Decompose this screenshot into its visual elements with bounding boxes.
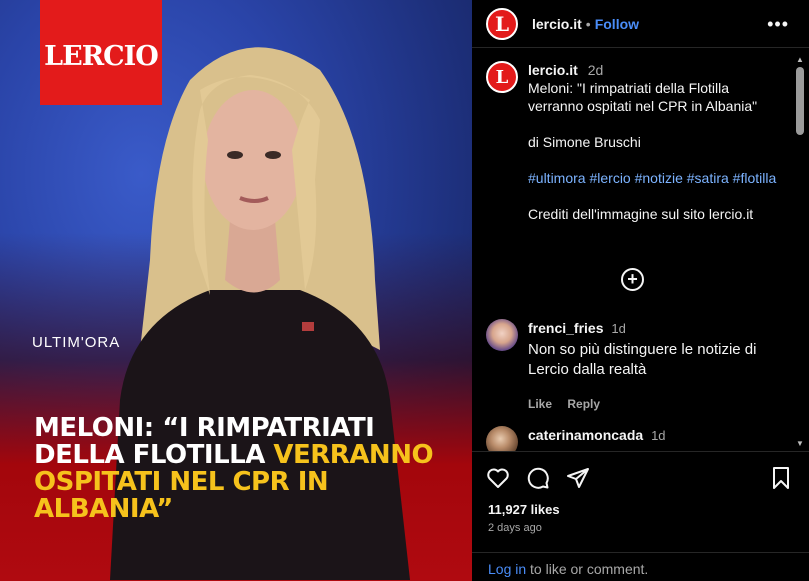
follow-button[interactable]: Follow [595,16,639,32]
caption-avatar[interactable]: L [486,61,518,93]
post-actions [486,466,606,490]
login-prompt: Log in to like or comment. [472,552,809,581]
comment-reply-button[interactable]: Reply [567,397,600,411]
caption-hashtags[interactable]: #ultimora #lercio #notizie #satira #flot… [528,169,786,187]
share-icon[interactable] [566,466,590,490]
comment-time: 1d [611,321,626,336]
likes-count[interactable]: 11,927 likes [488,502,560,517]
comment-actions: Like Reply [528,395,786,413]
post-footer: 11,927 likes 2 days ago Log in to like o… [472,451,809,581]
commenter-avatar[interactable] [486,426,518,451]
separator-dot: • [585,15,591,32]
comment-icon[interactable] [526,466,550,490]
heart-icon[interactable] [486,466,510,490]
post-header: L lercio.it • Follow ••• [472,0,809,48]
comment-body: caterinamoncada 1d [528,426,666,451]
comment-username[interactable]: frenci_fries [528,320,603,336]
account-avatar[interactable]: L [486,7,518,40]
lercio-logo: LERCIO [40,0,162,105]
post-caption: L lercio.it 2d Meloni: "I rimpatriati de… [486,61,786,223]
caption-credits: Crediti dell'immagine sul sito lercio.it [528,206,754,222]
comment-like-button[interactable]: Like [528,397,552,411]
comment-text: Non so più distinguere le notizie di Ler… [528,341,757,378]
caption-author: di Simone Bruschi [528,134,641,150]
more-options-icon[interactable]: ••• [767,14,789,35]
bookmark-icon[interactable] [769,466,793,490]
post-headline: MELONI: “I RIMPATRIATI DELLA FLOTILLA VE… [34,415,454,523]
caption-time: 2d [587,62,604,78]
logo-text: LERCIO [44,41,159,72]
load-more-comments-icon[interactable]: + [621,268,644,291]
scroll-up-arrow-icon[interactable]: ▲ [795,55,805,65]
comment-item: caterinamoncada 1d [486,426,786,451]
scrollbar-thumb[interactable] [796,67,804,135]
account-username[interactable]: lercio.it [532,16,582,32]
breaking-news-label: ULTIM'ORA [32,334,121,351]
post-side-panel: L lercio.it • Follow ••• L lercio.it 2d … [472,0,809,581]
scrollbar[interactable]: ▲ ▼ [795,55,805,449]
caption-title: Meloni: "I rimpatriati della Flotilla ve… [528,80,758,114]
login-prompt-text: to like or comment. [526,561,649,577]
scroll-down-arrow-icon[interactable]: ▼ [795,439,805,449]
caption-username[interactable]: lercio.it [528,62,578,78]
caption-body: lercio.it 2d Meloni: "I rimpatriati dell… [528,61,786,223]
comment-item: frenci_fries 1d Non so più distinguere l… [486,319,786,413]
post-date: 2 days ago [488,522,542,534]
comment-username[interactable]: caterinamoncada [528,427,643,443]
commenter-avatar[interactable] [486,319,518,351]
comment-time: 1d [651,428,666,443]
post-image: LERCIO ULTIM'ORA MELONI: “I RIMPATRIATI … [0,0,472,581]
comment-body: frenci_fries 1d Non so più distinguere l… [528,319,786,413]
comments-scroll-area[interactable]: L lercio.it 2d Meloni: "I rimpatriati de… [472,49,809,451]
login-link[interactable]: Log in [488,561,526,577]
